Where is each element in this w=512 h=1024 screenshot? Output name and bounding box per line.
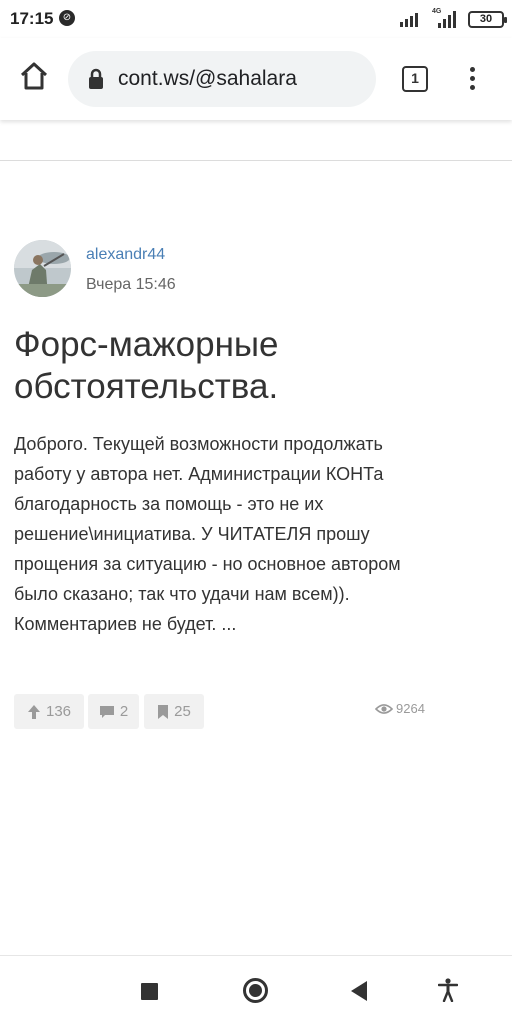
home-nav-icon[interactable]: [243, 978, 268, 1003]
comment-icon: [99, 705, 114, 718]
signal-4g-icon: [438, 11, 456, 28]
signal-4g: 4G: [432, 8, 458, 28]
home-icon[interactable]: [18, 60, 50, 92]
tab-switcher-button[interactable]: 1: [402, 66, 428, 92]
arrow-up-icon: [27, 704, 40, 719]
battery-icon: 30: [468, 10, 507, 28]
browser-toolbar: cont.ws/@sahalara 1: [0, 38, 512, 120]
post-excerpt[interactable]: Доброго. Текущей возможности продолжать …: [14, 429, 414, 639]
more-vert-icon[interactable]: [462, 64, 482, 94]
bookmark-icon: [158, 704, 169, 719]
lock-icon: [89, 68, 103, 89]
system-nav-bar: [0, 955, 512, 1024]
status-indicators: 4G 30: [400, 8, 507, 30]
author-link[interactable]: alexandr44: [86, 246, 165, 264]
status-time: 17:15: [10, 9, 54, 28]
dnd-icon: ⊘: [59, 10, 75, 26]
status-bar: 17:15 ⊘ 4G 30: [0, 0, 512, 38]
comment-count: 2: [119, 703, 129, 720]
accessibility-icon[interactable]: [438, 978, 458, 1002]
url-text: cont.ws/@sahalara: [118, 67, 297, 90]
views-counter: 9264: [375, 701, 425, 716]
menu-dot: [469, 67, 475, 72]
back-icon[interactable]: [351, 981, 367, 1001]
avatar-image: [14, 240, 71, 297]
signal-icon: [400, 13, 418, 27]
address-bar[interactable]: cont.ws/@sahalara: [68, 51, 376, 107]
divider: [0, 160, 512, 161]
post-title[interactable]: Форс-мажорные обстоятельства.: [14, 324, 374, 408]
comments-button[interactable]: 2: [88, 694, 139, 729]
post-timestamp: Вчера 15:46: [86, 276, 176, 293]
menu-dot: [469, 76, 475, 81]
views-count: 9264: [396, 701, 425, 716]
avatar[interactable]: [14, 240, 71, 297]
bookmark-button[interactable]: 25: [144, 694, 204, 729]
upvote-button[interactable]: 136: [14, 694, 84, 729]
bookmark-count: 25: [174, 703, 191, 720]
eye-icon: [375, 703, 393, 714]
upvote-count: 136: [45, 703, 72, 720]
recents-icon[interactable]: [141, 983, 158, 1000]
menu-dot: [469, 85, 475, 90]
